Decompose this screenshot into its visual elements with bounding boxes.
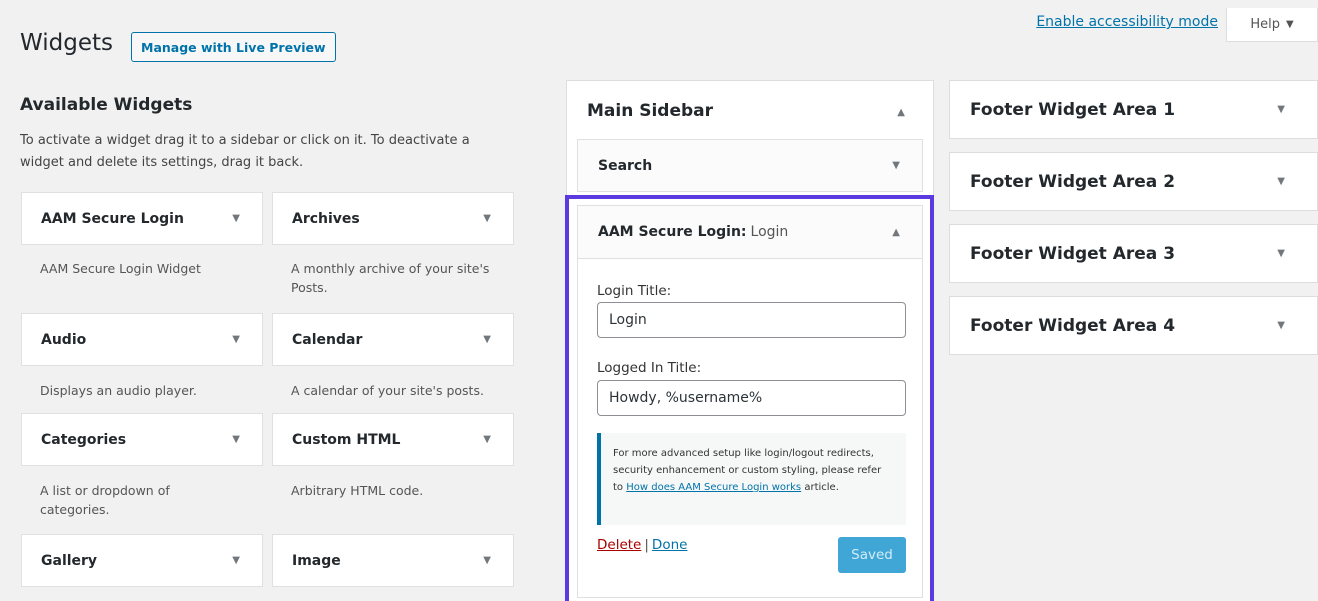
sidebar-widget-search[interactable]: Search ▼ <box>577 139 923 192</box>
footer-area-title: Footer Widget Area 2 <box>970 171 1176 192</box>
widget-description: AAM Secure Login Widget <box>40 261 201 276</box>
footer-widget-area-2[interactable]: Footer Widget Area 2 ▼ <box>949 152 1318 211</box>
chevron-down-icon[interactable]: ▼ <box>232 213 240 224</box>
chevron-down-icon[interactable]: ▼ <box>1277 320 1285 331</box>
widget-description: Displays an audio player. <box>40 383 197 398</box>
widget-image[interactable]: Image ▼ <box>272 534 514 587</box>
widget-gallery[interactable]: Gallery ▼ <box>21 534 263 587</box>
available-widgets-description: To activate a widget drag it to a sideba… <box>20 133 470 170</box>
footer-area-title: Footer Widget Area 1 <box>970 99 1176 120</box>
widget-title: Archives <box>292 210 360 227</box>
widget-title: Calendar <box>292 331 363 348</box>
footer-widget-area-3[interactable]: Footer Widget Area 3 ▼ <box>949 224 1318 283</box>
widget-title: Custom HTML <box>292 431 401 448</box>
chevron-down-icon: ▼ <box>1285 19 1294 30</box>
main-sidebar-title[interactable]: Main Sidebar <box>587 101 713 121</box>
widget-title: Categories <box>41 431 127 448</box>
screen-meta-links: Enable accessibility mode Help ▼ <box>1036 8 1318 42</box>
chevron-down-icon[interactable]: ▼ <box>232 555 240 566</box>
chevron-down-icon[interactable]: ▼ <box>1277 104 1285 115</box>
widget-description: Arbitrary HTML code. <box>291 483 424 498</box>
widget-description: A calendar of your site's posts. <box>291 383 484 398</box>
chevron-down-icon[interactable]: ▼ <box>1277 248 1285 259</box>
manage-live-preview-button[interactable]: Manage with Live Preview <box>131 32 336 62</box>
available-widgets-title: Available Widgets <box>20 95 193 115</box>
widget-title: AAM Secure Login <box>41 210 184 227</box>
chevron-down-icon[interactable]: ▼ <box>892 160 900 171</box>
footer-widget-area-4[interactable]: Footer Widget Area 4 ▼ <box>949 296 1318 355</box>
widget-title: Audio <box>41 331 87 348</box>
widget-custom-html[interactable]: Custom HTML ▼ <box>272 413 514 466</box>
widget-description: A list or dropdown of categories. <box>40 483 170 517</box>
chevron-down-icon[interactable]: ▼ <box>483 434 491 445</box>
widget-description: A monthly archive of your site's Posts. <box>291 261 490 295</box>
chevron-down-icon[interactable]: ▼ <box>483 334 491 345</box>
help-tab-button[interactable]: Help ▼ <box>1226 8 1318 42</box>
widget-calendar[interactable]: Calendar ▼ <box>272 313 514 366</box>
chevron-up-icon[interactable]: ▲ <box>897 107 905 118</box>
chevron-down-icon[interactable]: ▼ <box>483 213 491 224</box>
widget-title: Image <box>292 552 341 569</box>
widget-title: Gallery <box>41 552 98 569</box>
widget-categories[interactable]: Categories ▼ <box>21 413 263 466</box>
chevron-down-icon[interactable]: ▼ <box>232 334 240 345</box>
footer-area-title: Footer Widget Area 3 <box>970 243 1176 264</box>
chevron-down-icon[interactable]: ▼ <box>232 434 240 445</box>
accessibility-mode-link[interactable]: Enable accessibility mode <box>1036 14 1218 30</box>
chevron-down-icon[interactable]: ▼ <box>1277 176 1285 187</box>
widget-audio[interactable]: Audio ▼ <box>21 313 263 366</box>
help-label: Help <box>1250 17 1280 32</box>
widget-aam-secure-login[interactable]: AAM Secure Login ▼ <box>21 192 263 245</box>
page-title: Widgets <box>20 30 113 56</box>
highlight-frame <box>565 195 934 601</box>
chevron-down-icon[interactable]: ▼ <box>483 555 491 566</box>
footer-widget-area-1[interactable]: Footer Widget Area 1 ▼ <box>949 80 1318 139</box>
widget-title: Search <box>598 157 653 174</box>
footer-area-title: Footer Widget Area 4 <box>970 315 1176 336</box>
widget-archives[interactable]: Archives ▼ <box>272 192 514 245</box>
